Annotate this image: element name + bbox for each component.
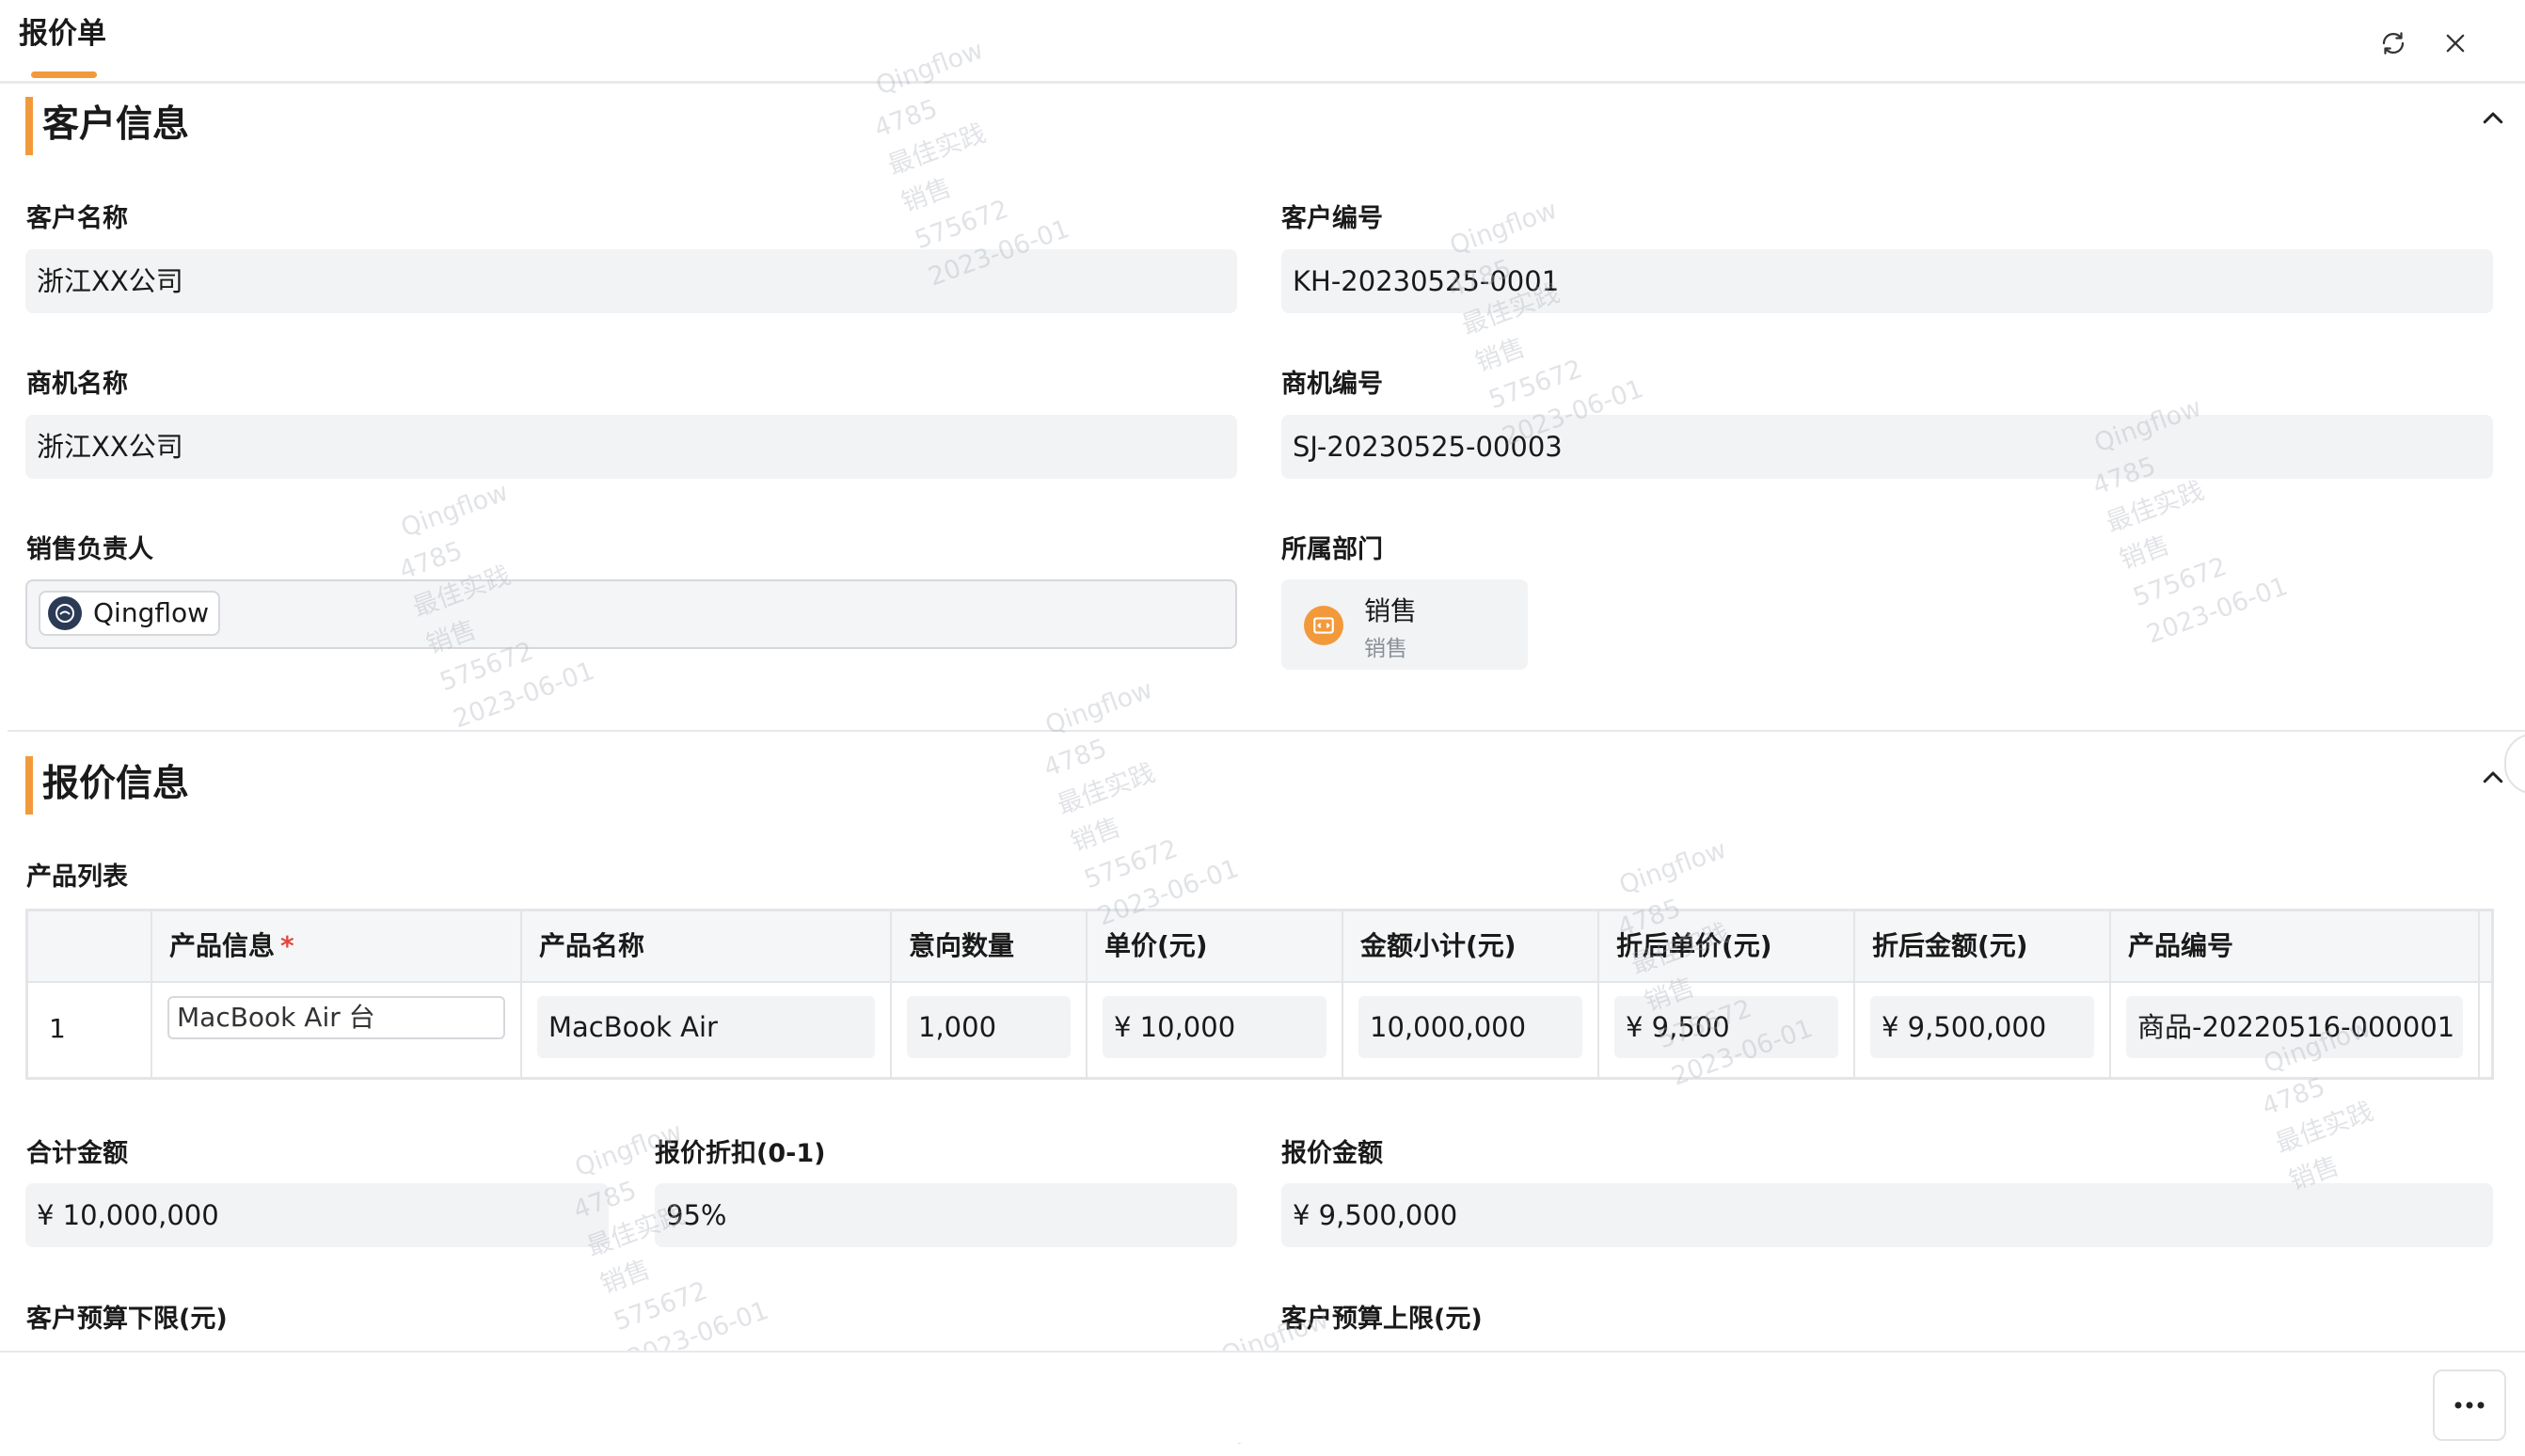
cell-unit-price[interactable]: ¥ 10,000	[1103, 996, 1326, 1058]
cell-product-no[interactable]: 商品-20220516-000001	[2126, 996, 2463, 1058]
refresh-icon	[2382, 32, 2405, 55]
department-sub: 销售	[1364, 637, 1407, 661]
cell-product-name[interactable]: MacBook Air	[537, 996, 875, 1058]
table-header-unit-price: 单价(元)	[1088, 911, 1343, 981]
table-header-quantity: 意向数量	[892, 911, 1088, 981]
discount-field[interactable]: 95%	[655, 1183, 1237, 1247]
budget-max-label: 客户预算上限(元)	[1281, 1305, 1483, 1334]
product-list-label: 产品列表	[26, 863, 128, 892]
quote-amount-label: 报价金额	[1281, 1139, 1383, 1168]
row-index: 1	[28, 981, 152, 1077]
refresh-button[interactable]	[2371, 21, 2416, 66]
modal-header: 报价单	[0, 0, 2525, 84]
department-card[interactable]: 销售 销售	[1281, 579, 1528, 670]
budget-min-label: 客户预算下限(元)	[26, 1305, 228, 1334]
opportunity-no-label: 商机编号	[1281, 370, 1383, 399]
table-header-subtotal: 金额小计(元)	[1343, 911, 1599, 981]
table-header-product-name: 产品名称	[522, 911, 892, 981]
footer-bar	[0, 1351, 2525, 1443]
user-name: Qingflow	[93, 597, 210, 628]
total-amount-field[interactable]: ¥ 10,000,000	[25, 1183, 609, 1247]
watermark: Qingflow 4785 最佳实践 销售 575672 2023-06-01	[2088, 392, 2292, 650]
active-tab-indicator	[31, 71, 97, 78]
cell-quantity[interactable]: 1,000	[907, 996, 1071, 1058]
section-title-quote: 报价信息	[25, 756, 189, 815]
close-icon	[2446, 34, 2465, 53]
user-avatar-icon	[56, 604, 74, 623]
more-icon	[2454, 1401, 2485, 1409]
cell-discount-unit-price[interactable]: ¥ 9,500	[1614, 996, 1838, 1058]
sales-owner-label: 销售负责人	[26, 535, 153, 564]
avatar	[48, 596, 82, 630]
opportunity-no-field[interactable]: SJ-20230525-00003	[1281, 415, 2493, 479]
user-chip[interactable]: Qingflow	[39, 591, 221, 636]
opportunity-name-label: 商机名称	[26, 370, 128, 399]
opportunity-name-field[interactable]: 浙江XX公司	[25, 415, 1237, 479]
table-header-index	[28, 911, 152, 981]
department-icon	[1304, 606, 1343, 645]
collapse-customer-button[interactable]	[2474, 100, 2512, 137]
cell-discount-amount[interactable]: ¥ 9,500,000	[1870, 996, 2094, 1058]
quote-amount-field[interactable]: ¥ 9,500,000	[1281, 1183, 2493, 1247]
table-row: 1 MacBook Air 台 MacBook Air 1,000 ¥ 10,0…	[28, 981, 2491, 1077]
section-divider	[8, 730, 2525, 732]
close-button[interactable]	[2433, 21, 2478, 66]
more-button[interactable]	[2433, 1369, 2506, 1441]
chevron-up-icon	[2483, 771, 2503, 783]
watermark: Qingflow 4785 最佳实践 销售 575672 2023-06-01	[1040, 674, 1243, 932]
table-header-product-info: 产品信息 *	[152, 911, 522, 981]
cell-subtotal[interactable]: 10,000,000	[1358, 996, 1582, 1058]
customer-no-field[interactable]: KH-20230525-0001	[1281, 249, 2493, 313]
customer-name-field[interactable]: 浙江XX公司	[25, 249, 1237, 313]
table-header-discount-amount: 折后金额(元)	[1855, 911, 2111, 981]
customer-name-label: 客户名称	[26, 204, 128, 233]
department-label: 所属部门	[1281, 535, 1383, 564]
chevron-up-icon	[2483, 112, 2503, 124]
table-header-product-no: 产品编号	[2111, 911, 2480, 981]
product-info-input[interactable]: MacBook Air 台	[167, 996, 505, 1039]
page-title: 报价单	[19, 17, 106, 51]
cell-product-info: MacBook Air 台	[152, 981, 522, 1077]
table-header-discount-unit-price: 折后单价(元)	[1599, 911, 1855, 981]
department-name: 销售	[1364, 595, 1418, 626]
table-header: 产品信息 * 产品名称 意向数量 单价(元) 金额小计(元) 折后单价(元) 折后…	[28, 911, 2491, 983]
customer-no-label: 客户编号	[1281, 204, 1383, 233]
section-title-customer: 客户信息	[25, 97, 189, 155]
sales-owner-field[interactable]: Qingflow	[25, 579, 1237, 649]
total-amount-label: 合计金额	[26, 1139, 128, 1168]
product-table: 产品信息 * 产品名称 意向数量 单价(元) 金额小计(元) 折后单价(元) 折后…	[25, 909, 2494, 1080]
discount-label: 报价折扣(0-1)	[655, 1139, 826, 1168]
